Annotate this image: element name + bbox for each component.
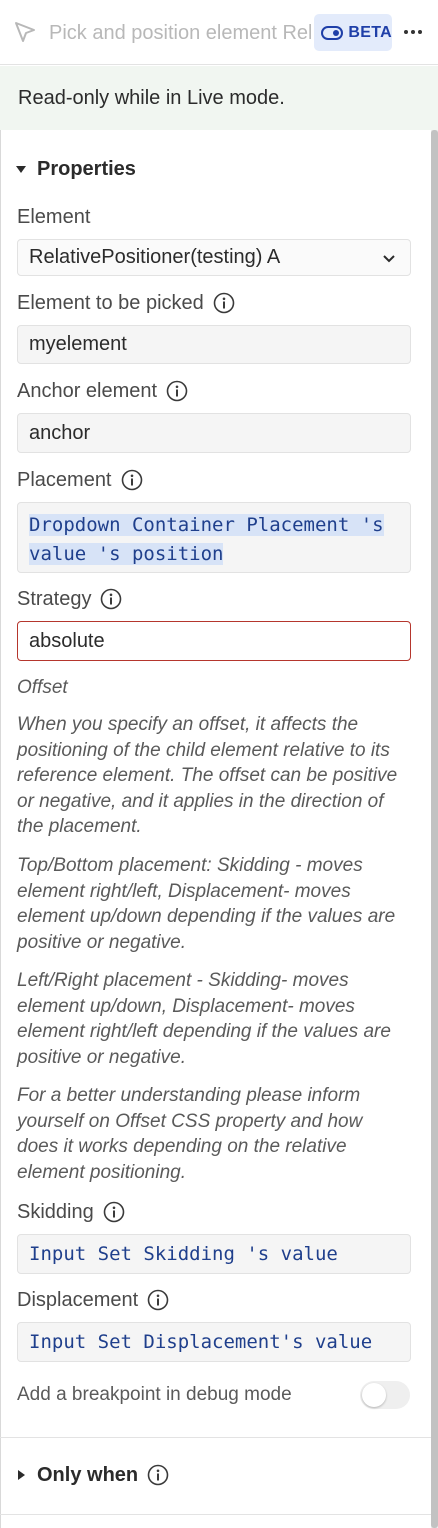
section-title: Only when (37, 1463, 139, 1486)
placement-expression-line1: Dropdown Container Placement 's (29, 514, 384, 536)
strategy-field[interactable]: absolute (17, 621, 411, 661)
offset-left-right-note: Left/Right placement - Skidding- moves e… (17, 970, 391, 1068)
offset-top-bottom-note: Top/Bottom placement: Skidding - moves e… (17, 855, 396, 953)
displacement-field[interactable]: Input Set Displacement's value (17, 1322, 411, 1362)
skidding-label: Skidding (17, 1199, 125, 1225)
divider (0, 1437, 431, 1438)
caret-right-icon (18, 1470, 25, 1480)
info-icon[interactable] (213, 292, 235, 314)
properties-section-toggle[interactable]: Properties (0, 149, 431, 189)
info-icon[interactable] (166, 380, 188, 402)
placement-expression-line2: value 's position (29, 543, 224, 565)
anchor-field[interactable]: anchor (17, 413, 411, 453)
divider (0, 1514, 431, 1515)
beta-badge[interactable]: BETA (314, 14, 392, 51)
element-select[interactable]: RelativePositioner(testing) A (17, 239, 411, 276)
strategy-label: Strategy (17, 586, 122, 612)
info-icon[interactable] (121, 469, 143, 491)
section-title: Properties (37, 157, 136, 180)
scrollbar[interactable] (431, 130, 438, 1528)
toggle-icon (321, 25, 344, 40)
offset-help-note: For a better understanding please inform… (17, 1085, 363, 1183)
breakpoint-row: Add a breakpoint in debug mode (17, 1381, 411, 1409)
element-select-value: RelativePositioner(testing) A (29, 246, 281, 268)
displacement-label: Displacement (17, 1287, 169, 1313)
displacement-expression: Input Set Displacement's value (29, 1331, 373, 1353)
breakpoint-label: Add a breakpoint in debug mode (17, 1384, 292, 1405)
info-icon[interactable] (100, 588, 122, 610)
element-to-pick-label: Element to be picked (17, 290, 235, 316)
placement-label: Placement (17, 467, 143, 493)
beta-label: BETA (348, 23, 392, 41)
element-label: Element (17, 205, 91, 228)
more-icon[interactable] (401, 19, 425, 45)
skidding-field[interactable]: Input Set Skidding 's value (17, 1234, 411, 1274)
offset-heading: Offset (17, 677, 68, 698)
live-mode-notice: Read-only while in Live mode. (0, 66, 438, 130)
chevron-down-icon (383, 255, 395, 263)
panel-header: Pick and position element RelativePositi… (0, 0, 438, 65)
skidding-expression: Input Set Skidding 's value (29, 1243, 338, 1265)
element-to-pick-field[interactable]: myelement (17, 325, 411, 364)
placement-expression-field[interactable]: Dropdown Container Placement 's value 's… (17, 502, 411, 573)
caret-down-icon (16, 165, 26, 173)
offset-description: When you specify an offset, it affects t… (17, 714, 398, 838)
info-icon[interactable] (147, 1464, 169, 1486)
cursor-icon (15, 22, 35, 42)
breakpoint-toggle[interactable] (360, 1381, 410, 1409)
info-icon[interactable] (103, 1201, 125, 1223)
info-icon[interactable] (147, 1289, 169, 1311)
action-title[interactable]: Pick and position element RelativePositi… (49, 20, 311, 46)
anchor-label: Anchor element (17, 378, 188, 404)
only-when-section-toggle[interactable]: Only when (0, 1455, 431, 1495)
